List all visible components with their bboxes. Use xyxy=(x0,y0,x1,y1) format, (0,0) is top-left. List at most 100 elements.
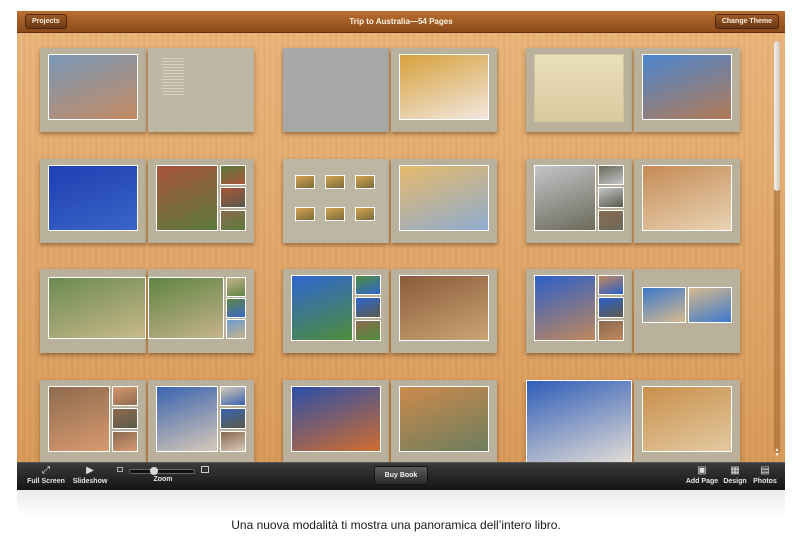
right-page[interactable] xyxy=(634,380,740,462)
page-photo[interactable] xyxy=(534,165,596,231)
page-photo[interactable] xyxy=(688,287,732,323)
page-photo[interactable] xyxy=(598,275,624,295)
page-thumbnail[interactable] xyxy=(295,175,315,189)
scrollbar-thumb[interactable] xyxy=(774,41,780,191)
book-spread[interactable] xyxy=(526,159,740,243)
right-page[interactable] xyxy=(634,48,740,132)
page-photo[interactable] xyxy=(148,277,224,339)
page-photo[interactable] xyxy=(48,54,138,120)
scroll-arrows[interactable]: ▲ ▼ xyxy=(774,448,780,458)
page-thumbnail[interactable] xyxy=(295,207,315,221)
page-photo[interactable] xyxy=(598,210,624,231)
page-photo[interactable] xyxy=(220,431,246,452)
left-page[interactable] xyxy=(526,380,632,462)
book-spread[interactable] xyxy=(40,380,254,462)
page-photo[interactable] xyxy=(642,287,686,323)
right-page[interactable] xyxy=(391,269,497,353)
page-thumbnail[interactable] xyxy=(325,175,345,189)
book-spread[interactable] xyxy=(40,269,254,353)
buy-book-button[interactable]: Buy Book xyxy=(374,466,428,485)
add-page-button[interactable]: ▣ Add Page xyxy=(685,465,719,486)
left-page[interactable] xyxy=(283,48,389,132)
page-photo[interactable] xyxy=(220,210,246,231)
page-photo[interactable] xyxy=(642,165,732,231)
book-spread[interactable] xyxy=(283,380,497,462)
page-photo[interactable] xyxy=(399,386,489,452)
page-photo[interactable] xyxy=(355,275,381,295)
left-page[interactable] xyxy=(283,159,389,243)
book-spread[interactable] xyxy=(526,380,740,462)
left-page[interactable] xyxy=(526,159,632,243)
page-photo[interactable] xyxy=(156,165,218,231)
page-photo[interactable] xyxy=(226,319,246,339)
book-spread[interactable] xyxy=(283,159,497,243)
page-photo[interactable] xyxy=(598,320,624,341)
page-photo[interactable] xyxy=(220,408,246,429)
right-page[interactable] xyxy=(148,380,254,462)
vertical-scrollbar[interactable] xyxy=(774,41,780,453)
page-photo[interactable] xyxy=(48,165,138,231)
book-spread[interactable] xyxy=(40,159,254,243)
right-page[interactable] xyxy=(148,269,254,353)
zoom-slider[interactable] xyxy=(129,467,195,475)
page-photo[interactable] xyxy=(598,297,624,318)
page-photo[interactable] xyxy=(48,386,110,452)
full-screen-button[interactable]: ⤢ Full Screen xyxy=(27,465,65,486)
left-page[interactable] xyxy=(40,48,146,132)
page-photo[interactable] xyxy=(642,54,732,120)
left-page[interactable] xyxy=(40,269,146,353)
page-photo[interactable] xyxy=(526,380,632,462)
page-thumbnail[interactable] xyxy=(355,175,375,189)
page-photo[interactable] xyxy=(112,408,138,429)
zoom-slider-knob[interactable] xyxy=(150,467,159,475)
book-spread[interactable] xyxy=(283,269,497,353)
page-photo[interactable] xyxy=(598,165,624,185)
page-photo[interactable] xyxy=(598,187,624,208)
page-photo[interactable] xyxy=(399,165,489,231)
page-photo[interactable] xyxy=(399,54,489,120)
right-page[interactable] xyxy=(634,269,740,353)
page-photo[interactable] xyxy=(534,275,596,341)
page-photo[interactable] xyxy=(226,298,246,318)
right-page[interactable] xyxy=(391,159,497,243)
left-page[interactable] xyxy=(40,159,146,243)
page-photo[interactable] xyxy=(220,187,246,208)
page-photo[interactable] xyxy=(220,165,246,185)
map-photo[interactable] xyxy=(534,54,624,122)
zoom-out-icon[interactable] xyxy=(117,467,123,472)
left-page[interactable] xyxy=(526,269,632,353)
right-page[interactable] xyxy=(391,380,497,462)
right-page[interactable] xyxy=(391,48,497,132)
page-photo[interactable] xyxy=(220,386,246,406)
zoom-in-icon[interactable] xyxy=(201,466,209,473)
slideshow-button[interactable]: ▶ Slideshow xyxy=(71,465,109,486)
left-page[interactable] xyxy=(283,269,389,353)
left-page[interactable] xyxy=(283,380,389,462)
left-page[interactable] xyxy=(526,48,632,132)
right-page[interactable] xyxy=(148,159,254,243)
page-thumbnail[interactable] xyxy=(325,207,345,221)
page-photo[interactable] xyxy=(355,297,381,318)
book-spread[interactable] xyxy=(526,269,740,353)
left-page[interactable] xyxy=(40,380,146,462)
page-photo[interactable] xyxy=(156,386,218,452)
book-spread[interactable] xyxy=(283,48,497,132)
page-photo[interactable] xyxy=(355,320,381,341)
page-photo[interactable] xyxy=(291,275,353,341)
photos-button[interactable]: ▤ Photos xyxy=(751,465,779,486)
page-photo[interactable] xyxy=(226,277,246,297)
page-photo[interactable] xyxy=(48,277,146,339)
right-page[interactable] xyxy=(634,159,740,243)
book-spread[interactable] xyxy=(40,48,254,132)
scroll-down-icon[interactable]: ▼ xyxy=(775,452,780,458)
page-photo[interactable] xyxy=(399,275,489,341)
change-theme-button[interactable]: Change Theme xyxy=(714,14,779,29)
page-photo[interactable] xyxy=(291,386,381,452)
page-photo[interactable] xyxy=(112,386,138,406)
page-photo[interactable] xyxy=(112,431,138,452)
page-thumbnail[interactable] xyxy=(355,207,375,221)
design-button[interactable]: ▦ Design xyxy=(721,465,749,486)
book-spread[interactable] xyxy=(526,48,740,132)
right-page[interactable] xyxy=(148,48,254,132)
page-photo[interactable] xyxy=(642,386,732,452)
